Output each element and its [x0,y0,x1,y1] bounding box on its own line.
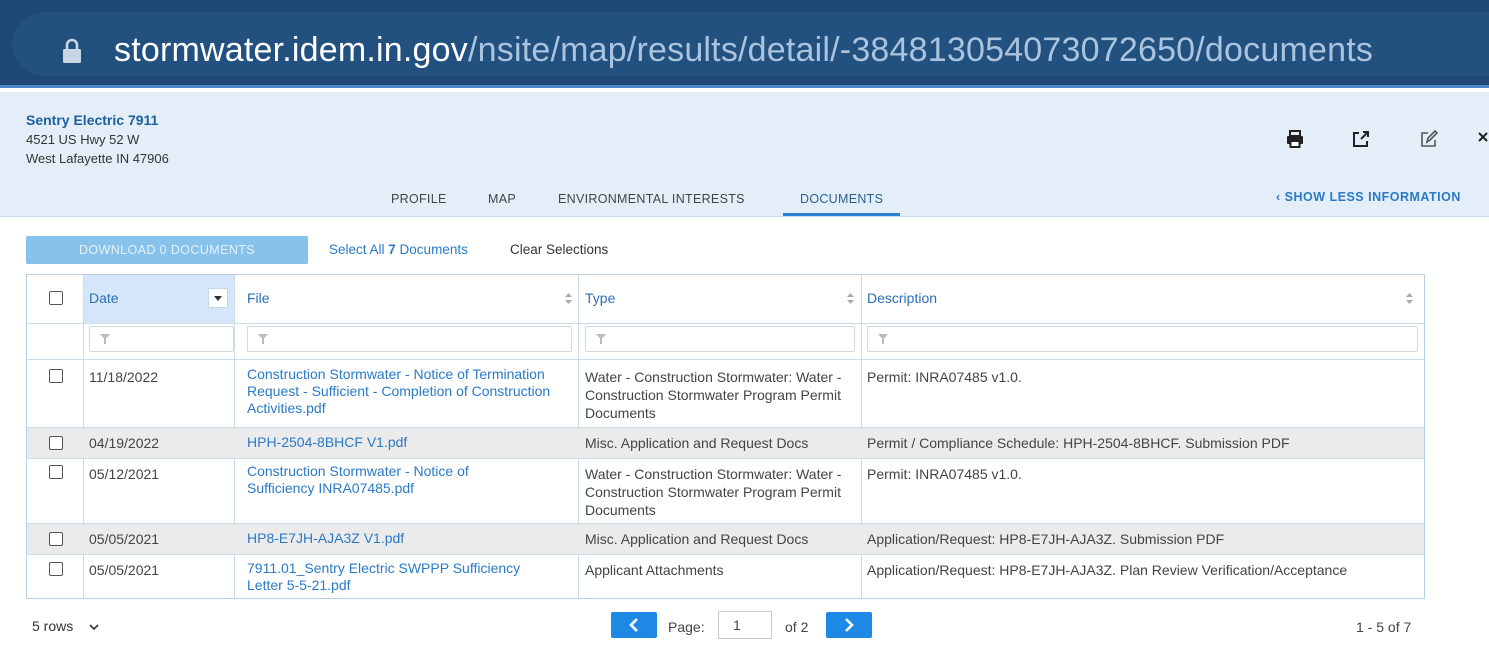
row-description: Application/Request: HP8-E7JH-AJA3Z. Pla… [867,562,1348,578]
row-checkbox[interactable] [49,532,63,546]
row-type: Applicant Attachments [585,562,724,578]
filter-icon [258,334,268,344]
previous-page-button[interactable] [611,612,657,638]
clear-selections-link[interactable]: Clear Selections [510,242,608,257]
row-date: 05/05/2021 [89,562,160,578]
select-all-documents-link[interactable]: Select All 7 Documents [329,242,468,257]
url-host: stormwater.idem.in.gov [114,31,468,69]
table-row: 05/12/2021 Construction Stormwater - Not… [27,459,1424,523]
show-less-label: SHOW LESS INFORMATION [1284,190,1461,204]
row-description: Application/Request: HP8-E7JH-AJA3Z. Sub… [867,531,1225,547]
sort-icon[interactable] [1406,293,1413,304]
url-path: /nsite/map/results/detail/-3848130540730… [467,31,1374,69]
filter-icon [100,334,110,344]
column-header-date[interactable]: Date [89,290,119,306]
filter-icon [596,334,606,344]
file-filter-input[interactable] [247,326,572,352]
facility-address-line2: West Lafayette IN 47906 [26,151,169,166]
url-field[interactable]: stormwater.idem.in.gov/nsite/map/results… [12,12,1489,76]
chevron-right-icon [845,618,854,632]
filter-icon [878,334,888,344]
chevron-left-icon [629,618,638,632]
row-date: 05/12/2021 [89,466,160,482]
row-file-link[interactable]: Construction Stormwater - Notice of Term… [247,366,579,417]
sort-icon[interactable] [847,293,854,304]
row-checkbox[interactable] [49,465,63,479]
rows-per-page-value: 5 rows [32,618,74,634]
edit-icon[interactable] [1418,128,1440,150]
column-header-type[interactable]: Type [585,290,615,306]
browser-address-bar: stormwater.idem.in.gov/nsite/map/results… [0,0,1489,88]
select-all-suffix: Documents [395,242,468,257]
select-all-count: 7 [388,242,396,257]
row-date: 11/18/2022 [89,369,159,385]
row-description: Permit / Compliance Schedule: HPH-2504-8… [867,435,1290,451]
row-type: Misc. Application and Request Docs [585,435,809,451]
lock-icon [63,38,81,63]
sort-icon[interactable] [565,293,572,304]
detail-tabs: PROFILE MAP ENVIRONMENTAL INTERESTS DOCU… [0,188,1000,216]
page-label: Page: [668,619,705,635]
description-filter-input[interactable] [867,326,1418,352]
row-file-link[interactable]: 7911.01_Sentry Electric SWPPP Sufficienc… [247,560,557,594]
row-checkbox[interactable] [49,562,63,576]
column-header-file[interactable]: File [247,290,270,306]
tab-environmental-interests[interactable]: ENVIRONMENTAL INTERESTS [558,192,745,220]
external-link-icon[interactable] [1350,128,1372,150]
next-page-button[interactable] [826,612,872,638]
tab-documents[interactable]: DOCUMENTS [783,188,901,216]
row-type: Water - Construction Stormwater: Water -… [585,369,842,421]
chevron-left-icon: ‹ [1276,190,1285,204]
chevron-down-icon [89,624,99,631]
close-icon[interactable] [1476,128,1489,150]
row-description: Permit: INRA07485 v1.0. [867,369,1022,385]
tab-profile[interactable]: PROFILE [391,192,447,220]
url-text: stormwater.idem.in.gov/nsite/map/results… [114,28,1373,72]
row-file-link[interactable]: HPH-2504-8BHCF V1.pdf [247,434,579,451]
date-sort-dropdown[interactable] [208,288,228,308]
type-filter-input[interactable] [585,326,855,352]
page-count-label: of 2 [785,619,809,635]
table-row: 04/19/2022 HPH-2504-8BHCF V1.pdf Misc. A… [27,428,1424,458]
facility-address-line1: 4521 US Hwy 52 W [26,132,140,147]
row-description: Permit: INRA07485 v1.0. [867,466,1022,482]
row-checkbox[interactable] [49,436,63,450]
facility-name: Sentry Electric 7911 [26,112,159,128]
row-type: Misc. Application and Request Docs [585,531,809,547]
caret-down-icon [214,296,222,301]
results-range-label: 1 - 5 of 7 [1356,619,1412,635]
row-file-link[interactable]: HP8-E7JH-AJA3Z V1.pdf [247,530,579,547]
select-all-prefix: Select All [329,242,389,257]
row-date: 04/19/2022 [89,435,160,451]
page-number-input[interactable] [718,611,772,639]
show-less-information-link[interactable]: ‹ SHOW LESS INFORMATION [1276,190,1461,204]
select-all-checkbox[interactable] [49,291,63,305]
date-filter-input[interactable] [89,326,234,352]
row-date: 05/05/2021 [89,531,160,547]
print-icon[interactable] [1284,128,1306,150]
row-checkbox[interactable] [49,369,63,383]
documents-table: Date File Type Description 11/18/2022 Co… [26,274,1425,599]
facility-header: Sentry Electric 7911 4521 US Hwy 52 W We… [0,92,1489,217]
row-type: Water - Construction Stormwater: Water -… [585,466,842,518]
table-row: 05/05/2021 HP8-E7JH-AJA3Z V1.pdf Misc. A… [27,524,1424,554]
tab-map[interactable]: MAP [488,192,516,220]
column-header-description[interactable]: Description [867,290,937,306]
download-documents-button[interactable]: DOWNLOAD 0 DOCUMENTS [26,236,308,264]
rows-per-page-select[interactable]: 5 rows [32,618,99,634]
table-row: 05/05/2021 7911.01_Sentry Electric SWPPP… [27,555,1424,598]
table-row: 11/18/2022 Construction Stormwater - Not… [27,360,1424,427]
row-file-link[interactable]: Construction Stormwater - Notice of Suff… [247,463,537,497]
